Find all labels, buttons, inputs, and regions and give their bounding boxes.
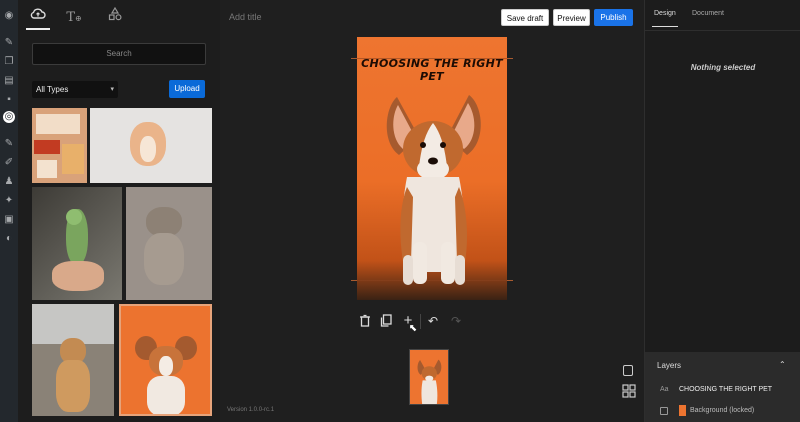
media-thumbnail-puppy-street[interactable] [32,304,114,416]
media-thumbnail-kitten[interactable] [126,187,212,300]
media-thumbnail-corgi[interactable] [119,304,212,416]
chevron-up-icon[interactable]: ⌃ [779,360,786,369]
corgi-photo [386,95,481,285]
media-thumbnail-parrot[interactable] [32,187,122,300]
layer-name: Background (locked) [690,407,755,414]
comments-icon[interactable]: ▪ [3,94,15,106]
layers-panel: Layers ⌃ Aa CHOOSING THE RIGHT PET Backg… [645,352,800,422]
brush-icon[interactable]: ✐ [3,157,15,169]
toolbar-divider [420,314,421,329]
background-layer-thumbnail [679,405,686,416]
text-layer-icon: Aa [660,386,669,393]
layer-item[interactable]: Background (locked) [645,402,800,420]
story-title-input[interactable]: Add title [229,12,262,22]
page-thumbnail[interactable] [409,349,449,405]
library-panel: T⊕ Search All Types ▾ Upload [18,0,220,422]
inspector-panel: Design Document Nothing selected Layers … [644,0,800,422]
active-tab-indicator [652,26,678,27]
collapse-icon[interactable]: ◐ [3,233,15,245]
upload-button[interactable]: Upload [169,80,205,98]
page-view-icon[interactable] [623,365,633,376]
empty-state-text: Nothing selected [690,63,756,72]
tools-icon[interactable]: ✦ [3,195,15,207]
text-tab[interactable]: T⊕ [62,6,86,28]
preview-button[interactable]: Preview [553,9,590,26]
wp-admin-sidebar: ◉ ✎ ❐ ▤ ▪ ◎ ✎ ✐ ♟ ✦ ▣ ◐ [0,0,18,422]
story-page-canvas[interactable]: CHOOSING THE RIGHT PET [357,37,507,300]
media-tab[interactable] [26,6,50,30]
tab-design[interactable]: Design [654,10,676,17]
layer-name: CHOOSING THE RIGHT PET [679,386,773,393]
media-thumbnail-hamster[interactable] [90,108,212,183]
chevron-down-icon: ▾ [110,86,114,93]
search-input[interactable]: Search [32,43,206,65]
type-filter-select[interactable]: All Types ▾ [32,81,118,98]
media-thumbnail-pet-store[interactable] [32,108,87,183]
grid-view-icon[interactable] [622,384,636,398]
tab-document[interactable]: Document [692,10,724,17]
shapes-icon [108,6,122,21]
pin-icon[interactable]: ✎ [3,37,15,49]
publish-button[interactable]: Publish [594,9,633,26]
dashboard-icon[interactable]: ◉ [3,10,15,22]
shapes-tab[interactable] [103,6,127,28]
version-label: Version 1.0.0-rc.1 [227,407,275,413]
users-icon[interactable]: ♟ [3,176,15,188]
stories-icon[interactable]: ❐ [3,56,15,68]
divider [645,30,800,31]
mouse-cursor-icon: ⬉ [408,323,418,334]
cloud-upload-icon [30,8,46,19]
settings-icon[interactable]: ▣ [3,214,15,226]
undo-icon[interactable]: ↶ [426,314,440,328]
type-filter-value: All Types [36,85,69,94]
save-draft-button[interactable]: Save draft [501,9,549,26]
duplicate-icon[interactable] [379,314,393,328]
pages-icon[interactable]: ▤ [3,75,15,87]
layer-item[interactable]: Aa CHOOSING THE RIGHT PET [645,381,800,399]
story-editor: Add title Save draft Preview Publish CHO… [220,0,644,422]
delete-icon[interactable] [358,314,372,328]
web-stories-icon[interactable]: ◎ [3,111,15,123]
text-icon: T⊕ [66,10,82,25]
layers-heading: Layers [657,361,682,370]
redo-icon[interactable]: ↷ [449,314,463,328]
pin-icon[interactable]: ✎ [3,138,15,150]
lock-icon [660,407,668,415]
page-thumbnail-preview [417,359,442,404]
